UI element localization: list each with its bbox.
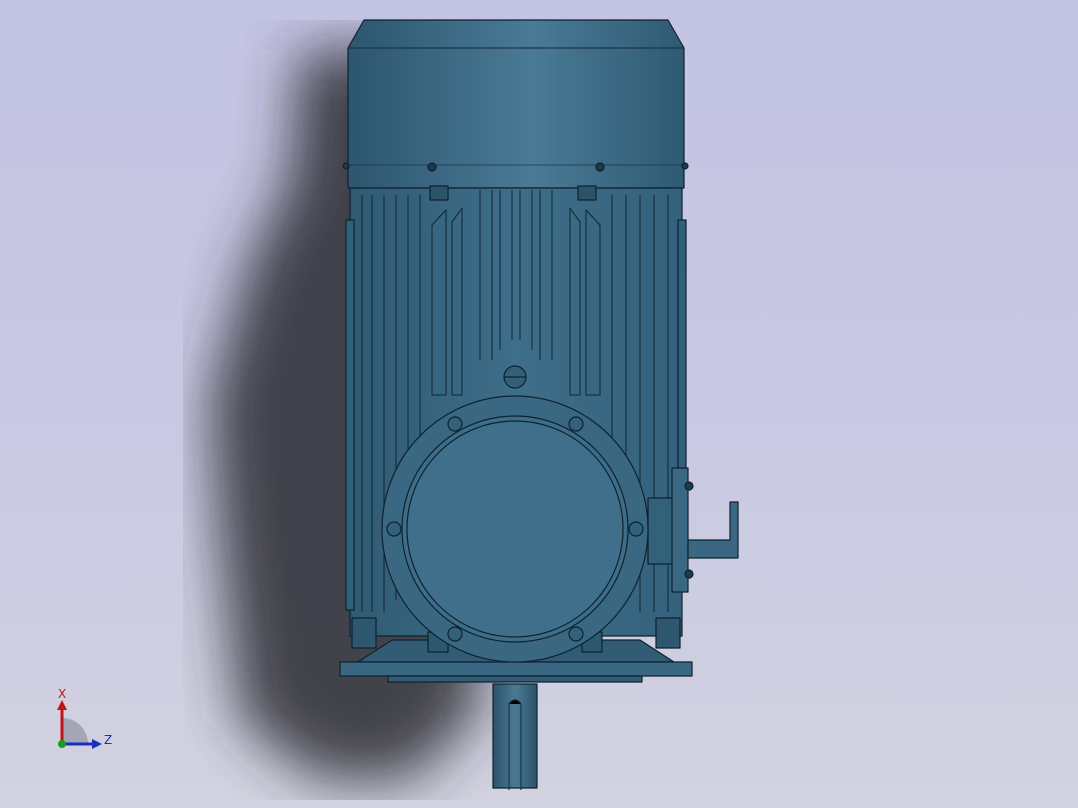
z-axis-arrow <box>92 739 102 749</box>
hex-bolt <box>447 626 463 642</box>
triad-quadrant <box>62 718 88 744</box>
hex-bolt <box>447 416 463 432</box>
cad-viewport[interactable]: X Z <box>0 0 1078 808</box>
cover-screw <box>595 162 605 172</box>
cover-screw <box>681 162 689 170</box>
x-axis-arrow <box>57 700 67 710</box>
cover-screw <box>427 162 437 172</box>
end-shield-flange <box>381 395 649 663</box>
fan-cover <box>342 19 689 189</box>
lifting-eye <box>503 365 527 389</box>
hex-bolt <box>628 521 644 537</box>
y-axis-dot <box>58 740 66 748</box>
hex-bolt <box>577 185 597 201</box>
axis-triad: X Z <box>57 687 112 749</box>
cover-screw <box>342 162 350 170</box>
output-shaft <box>492 683 538 790</box>
hex-bolt <box>568 416 584 432</box>
hex-bolt <box>568 626 584 642</box>
x-axis-label: X <box>58 687 66 701</box>
hex-bolt <box>429 185 449 201</box>
z-axis-label: Z <box>104 733 112 747</box>
hex-bolt <box>386 521 402 537</box>
electric-motor-model[interactable] <box>0 0 1078 808</box>
